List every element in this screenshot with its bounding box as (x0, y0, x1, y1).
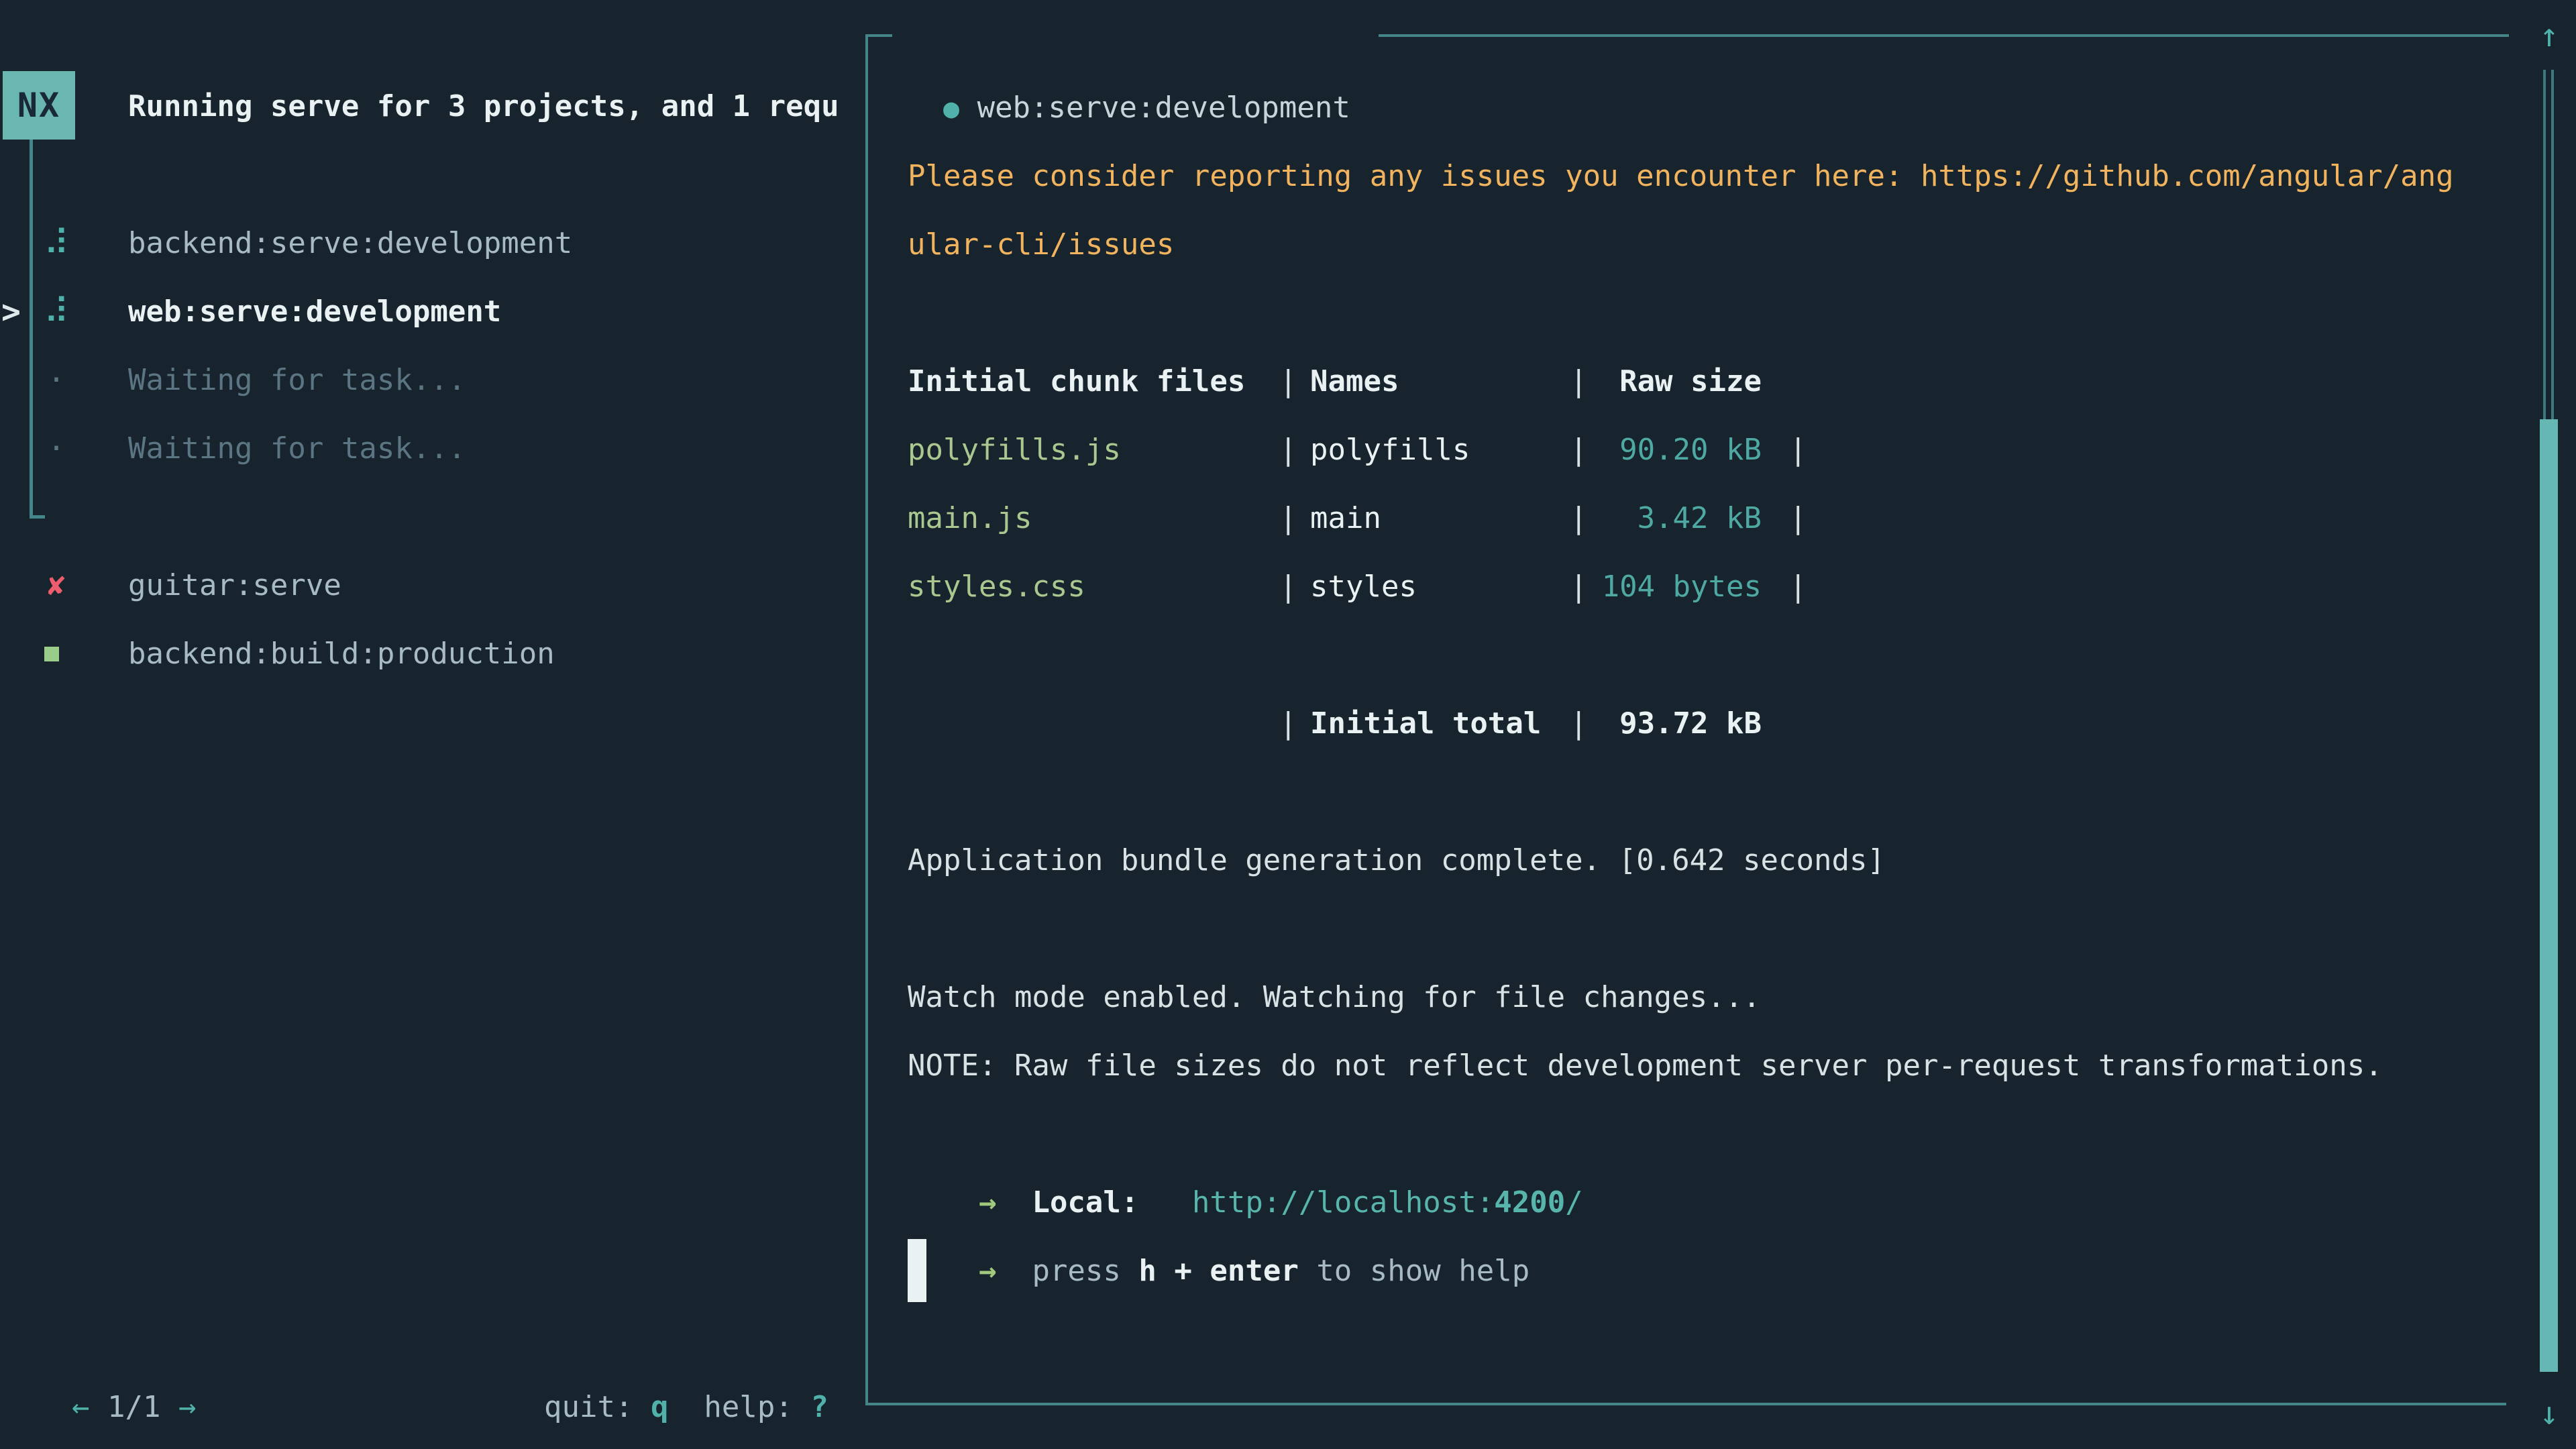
quit-key: q (651, 1390, 669, 1424)
page-prev-arrow-icon[interactable]: ← (72, 1390, 90, 1424)
chunk-size: 90.20 kB (1601, 416, 1762, 484)
issue-notice-line2: ular-cli/issues (908, 211, 1174, 279)
watch-mode-message: Watch mode enabled. Watching for file ch… (908, 963, 1761, 1032)
issue-notice-line1: Please consider reporting any issues you… (908, 142, 2454, 211)
press-keys: h + enter (1138, 1254, 1298, 1288)
help-key: ? (810, 1390, 828, 1424)
page-next-arrow-icon[interactable]: → (178, 1390, 197, 1424)
local-url-line: → Local: http://localhost:4200/ (908, 1100, 1583, 1169)
task-label: guitar:serve (128, 551, 341, 620)
task-row-guitar-serve[interactable]: ✘ guitar:serve (0, 551, 859, 620)
panel-border-top-stub (865, 34, 892, 37)
raw-size-note: NOTE: Raw file sizes do not reflect deve… (908, 1032, 2383, 1100)
column-separator: | (1279, 347, 1310, 416)
task-row-backend-build[interactable]: backend:build:production (0, 620, 859, 688)
col-header-files: Initial chunk files (908, 347, 1279, 416)
chunk-table-row: polyfills.js | polyfills | 90.20 kB | (908, 416, 1807, 484)
column-separator: | (1570, 347, 1601, 416)
scrollbar-thumb[interactable] (2540, 419, 2558, 1372)
panel-border-top (1379, 34, 2509, 37)
task-label: Waiting for task... (128, 415, 466, 483)
spinner-icon: ⠼ (42, 209, 71, 278)
task-label: web:serve:development (128, 278, 501, 346)
column-separator: | (1789, 484, 1807, 553)
chunk-name: polyfills (1310, 416, 1570, 484)
chunk-name: main (1310, 484, 1570, 553)
nx-logo: NX (3, 71, 75, 140)
task-label: Waiting for task... (128, 346, 466, 415)
column-separator: | (1279, 416, 1310, 484)
panel-title: ● web:serve:development (908, 5, 1350, 74)
quit-label: quit: (544, 1390, 651, 1424)
chunk-table-row: main.js | main | 3.42 kB | (908, 484, 1807, 553)
failed-x-icon: ✘ (42, 551, 71, 620)
chunk-table-header: Initial chunk files | Names | Raw size (908, 347, 1807, 416)
task-row-waiting-1[interactable]: · Waiting for task... (0, 346, 859, 415)
waiting-dot-icon: · (42, 415, 71, 483)
chunk-file: styles.css (908, 553, 1279, 621)
col-header-size: Raw size (1601, 347, 1762, 416)
panel-title-text (959, 91, 977, 125)
pagination: ← 1/1 → (36, 1305, 196, 1373)
success-square-icon (44, 647, 59, 661)
column-separator: | (1570, 484, 1601, 553)
app-title: Running serve for 3 projects, and 1 requ (128, 72, 839, 141)
chunk-size: 104 bytes (1601, 553, 1762, 621)
chunk-size: 3.42 kB (1601, 484, 1762, 553)
scroll-down-arrow-icon[interactable]: ↓ (2532, 1383, 2566, 1444)
bundle-complete-message: Application bundle generation complete. … (908, 826, 1885, 895)
col-header-names: Names (1310, 347, 1570, 416)
chunk-file: polyfills.js (908, 416, 1279, 484)
task-row-backend-serve[interactable]: ⠼ backend:serve:development (0, 209, 859, 278)
help-label: help: (668, 1390, 810, 1424)
column-separator: | (1789, 553, 1807, 621)
scroll-up-arrow-icon[interactable]: ↑ (2532, 5, 2566, 66)
panel-border-bottom (865, 1403, 2506, 1405)
column-separator: | (1279, 553, 1310, 621)
column-separator: | (1279, 690, 1310, 758)
help-hint-line: → press h + enter to show help (908, 1169, 1529, 1237)
panel-border-left (865, 34, 868, 1405)
selected-chevron-icon: > (1, 278, 21, 346)
column-separator: | (1570, 553, 1601, 621)
press-suffix: to show help (1299, 1254, 1529, 1288)
waiting-dot-icon: · (42, 346, 71, 415)
task-row-waiting-2[interactable]: · Waiting for task... (0, 415, 859, 483)
task-label: backend:build:production (128, 620, 555, 688)
running-bullet-icon: ● (943, 93, 959, 124)
column-separator: | (1789, 416, 1807, 484)
column-separator: | (1279, 484, 1310, 553)
chunk-table-row: styles.css | styles | 104 bytes | (908, 553, 1807, 621)
chunk-file: main.js (908, 484, 1279, 553)
column-separator: | (1570, 416, 1601, 484)
panel-title-label: web:serve:development (977, 91, 1350, 125)
total-size: 93.72 kB (1601, 690, 1762, 758)
total-label: Initial total (1310, 690, 1570, 758)
column-separator: | (1570, 690, 1601, 758)
prompt-arrow-icon: → (979, 1254, 997, 1288)
help-bar: quit: q help: ? (508, 1305, 828, 1373)
task-label: backend:serve:development (128, 209, 572, 278)
task-row-web-serve[interactable]: > ⠼ web:serve:development (0, 278, 859, 346)
spinner-icon: ⠼ (42, 278, 71, 346)
chunk-name: styles (1310, 553, 1570, 621)
chunk-table-total-row: | Initial total | 93.72 kB (908, 690, 1807, 758)
press-prefix: press (1032, 1254, 1138, 1288)
terminal-cursor (908, 1239, 926, 1302)
page-indicator: 1/1 (107, 1390, 160, 1424)
